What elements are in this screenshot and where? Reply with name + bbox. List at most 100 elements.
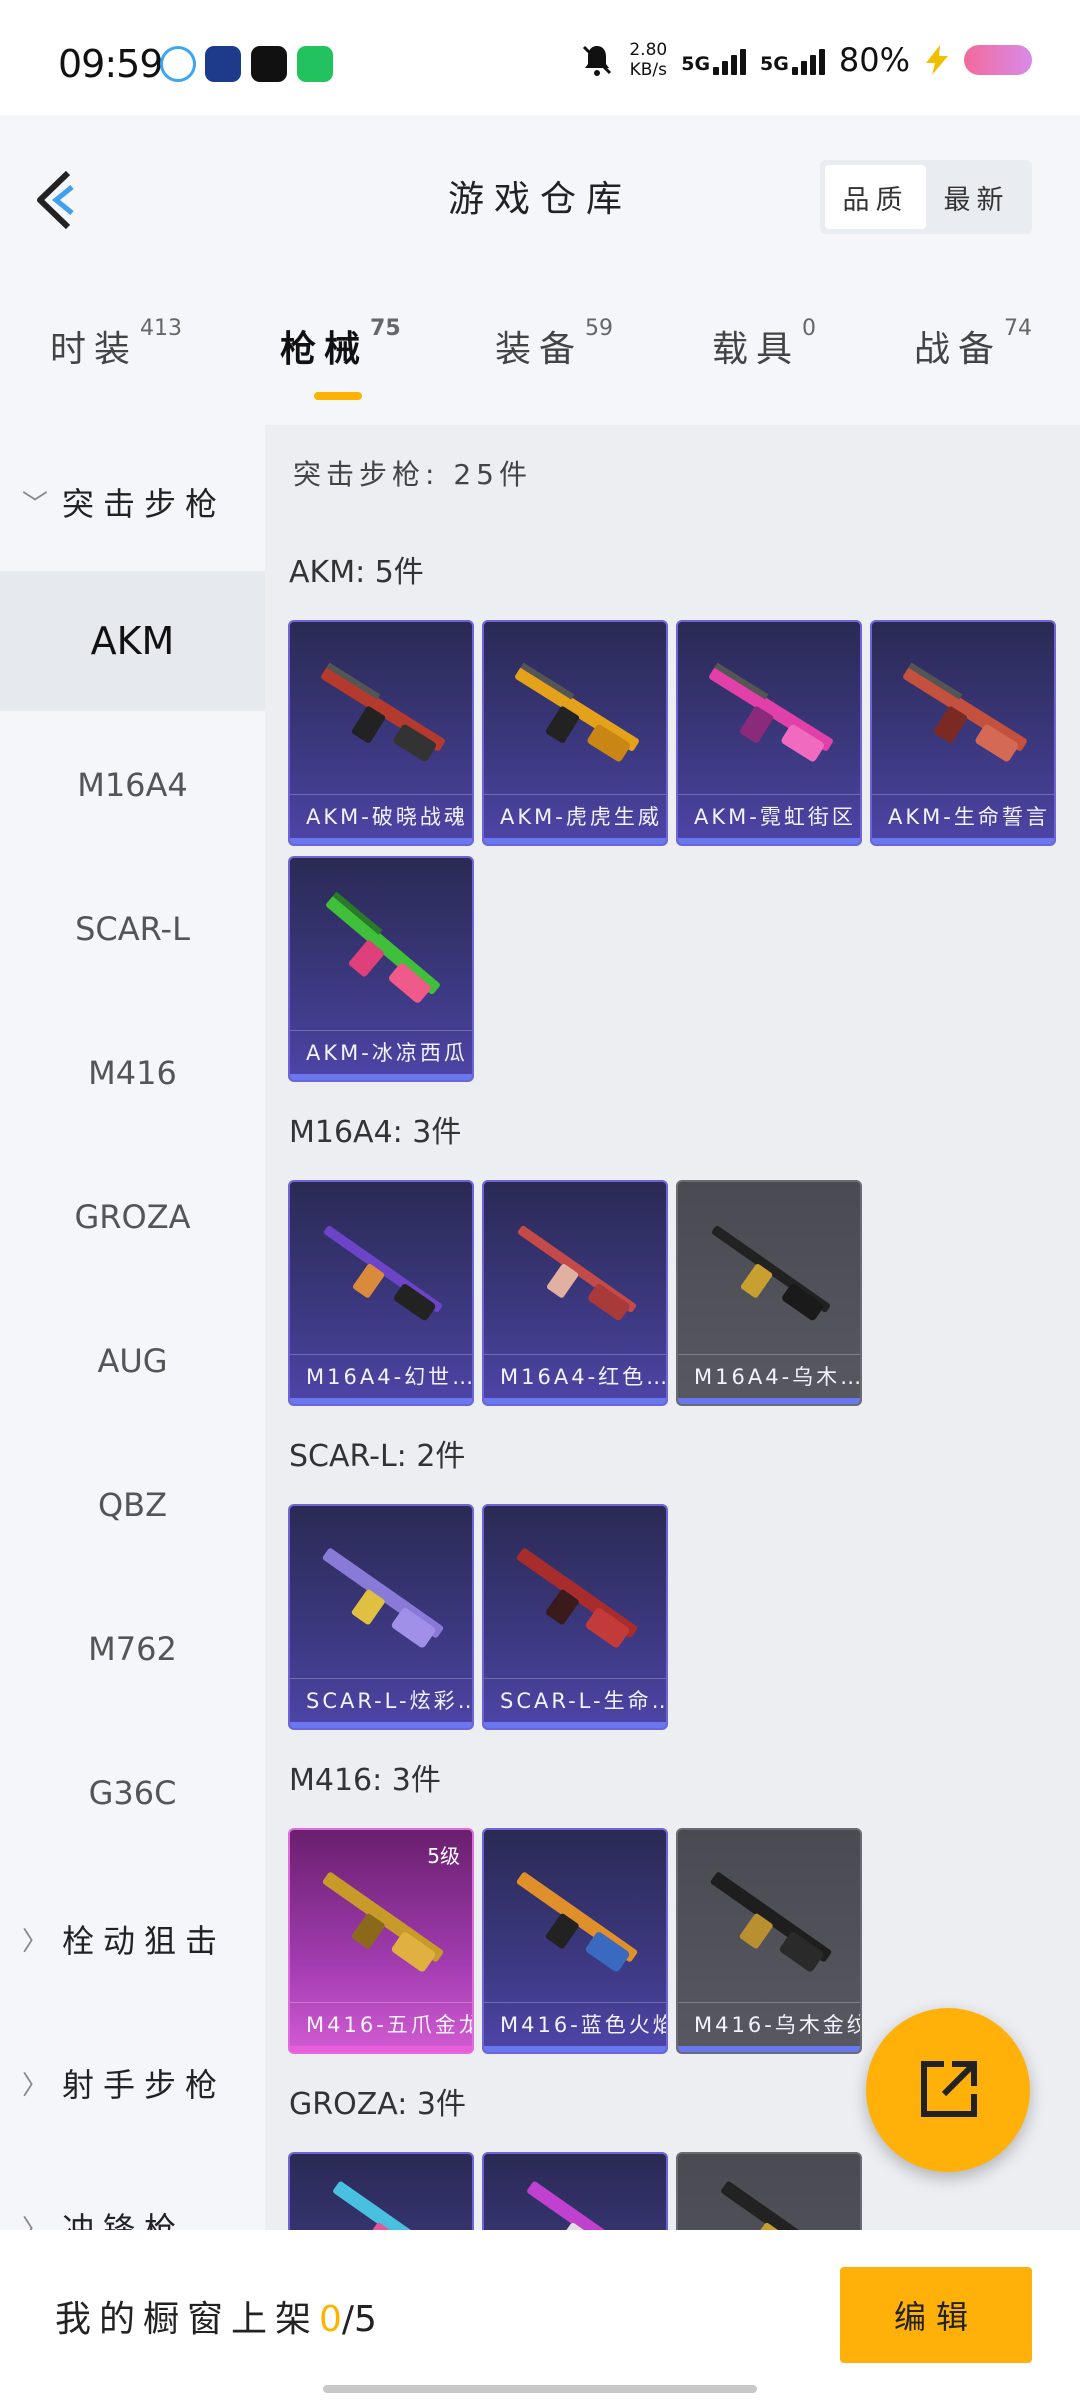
network-speed: 2.80 KB/s [629, 40, 668, 80]
tab-weapons[interactable]: 枪械75 [280, 316, 401, 372]
weapon-card[interactable]: M16A4-幻世… [288, 1180, 474, 1406]
rarity-bar [290, 838, 472, 844]
robot-app-icon [205, 46, 241, 82]
weapon-card-label: SCAR-L-炫彩… [290, 1678, 472, 1722]
sidebar-category-marksman-rifle[interactable]: 〉射手步枪 [0, 2038, 265, 2128]
rifle-icon [516, 1872, 638, 1972]
signal-bars-icon [713, 45, 747, 75]
weapon-card[interactable]: M16A4-红色… [482, 1180, 668, 1406]
rarity-bar [290, 1722, 472, 1728]
status-bar: 09:59 2.80 KB/s 5G 5G 80% [0, 0, 1080, 115]
qq-app-icon [160, 46, 196, 82]
weapon-card-label: AKM-霓虹街区 [678, 794, 860, 838]
sidebar-item-groza[interactable]: GROZA [0, 1147, 265, 1287]
section-title-m16a4: M16A4: 3件 [289, 1115, 462, 1150]
rifle-icon [517, 1225, 637, 1321]
section-title-scar-l: SCAR-L: 2件 [289, 1439, 466, 1474]
weapon-card[interactable]: SCAR-L-炫彩… [288, 1504, 474, 1730]
sidebar-item-aug[interactable]: AUG [0, 1291, 265, 1431]
rifle-icon [516, 1548, 638, 1648]
sidebar-item-scar-l[interactable]: SCAR-L [0, 859, 265, 999]
showcase-status: 我的橱窗上架0/5 [55, 2299, 377, 2340]
category-summary: 突击步枪: 25件 [293, 458, 532, 491]
weapon-card[interactable]: M416-乌木金纹 [676, 1828, 862, 2054]
weapon-card-label: AKM-破晓战魂 [290, 794, 472, 838]
battery-percent: 80% [838, 41, 910, 79]
sidebar-item-qbz[interactable]: QBZ [0, 1435, 265, 1575]
weapon-card-label: M416-蓝色火焰 [484, 2002, 666, 2046]
weapon-card[interactable]: AKM-虎虎生威 [482, 620, 668, 846]
sidebar-category-smg[interactable]: 〉冲锋枪 [0, 2182, 265, 2230]
weapon-card[interactable]: AKM-破晓战魂 [288, 620, 474, 846]
sidebar-item-m762[interactable]: M762 [0, 1579, 265, 1719]
weapon-card[interactable] [482, 2152, 668, 2230]
rifle-icon [515, 662, 639, 762]
weapon-card-label: AKM-生命誓言 [872, 794, 1054, 838]
signal-bars-icon [791, 45, 825, 75]
rarity-bar [484, 838, 666, 844]
tab-vehicles[interactable]: 载具0 [712, 316, 816, 372]
sidebar-item-m16a4[interactable]: M16A4 [0, 715, 265, 855]
section-title-akm: AKM: 5件 [289, 555, 424, 590]
weapon-card[interactable]: M16A4-乌木… [676, 1180, 862, 1406]
weapon-card[interactable] [288, 2152, 474, 2230]
sidebar-category-assault-rifle[interactable]: ﹀ 突击步枪 [0, 457, 265, 547]
chevron-right-icon: 〉 [22, 2214, 49, 2231]
tab-equipment[interactable]: 装备59 [495, 316, 613, 372]
rifle-icon [709, 662, 833, 762]
tab-fashion[interactable]: 时装413 [50, 316, 182, 372]
sidebar-item-m416[interactable]: M416 [0, 1003, 265, 1143]
sort-by-newest[interactable]: 最新 [926, 165, 1027, 229]
weapon-card[interactable]: AKM-冰凉西瓜 [288, 856, 474, 1082]
rarity-bar [484, 1722, 666, 1728]
weapon-card-label: SCAR-L-生命… [484, 1678, 666, 1722]
weapon-card-label: M416-乌木金纹 [678, 2002, 860, 2046]
tab-supplies[interactable]: 战备74 [914, 316, 1032, 372]
rifle-icon [710, 1872, 832, 1972]
weapon-card[interactable]: 5级 M416-五爪金龙 [288, 1828, 474, 2054]
mute-bell-icon [583, 45, 612, 76]
wechat-app-icon [297, 46, 333, 82]
rarity-bar [678, 2046, 860, 2052]
rifle-icon [903, 662, 1027, 762]
status-time: 09:59 [58, 42, 164, 86]
section-title-groza: GROZA: 3件 [289, 2087, 466, 2122]
rarity-bar [484, 2046, 666, 2052]
signal-1: 5G [681, 45, 747, 75]
rarity-bar [484, 1398, 666, 1404]
sidebar-category-bolt-sniper[interactable]: 〉栓动狙击 [0, 1894, 265, 1984]
rarity-bar [678, 1398, 860, 1404]
rifle-icon [326, 891, 440, 1003]
sidebar-item-g36c[interactable]: G36C [0, 1723, 265, 1863]
chevron-right-icon: 〉 [22, 1926, 49, 1957]
weapon-card[interactable]: SCAR-L-生命… [482, 1504, 668, 1730]
weapon-card-label: M416-五爪金龙 [290, 2002, 472, 2046]
weapon-type-sidebar: ﹀ 突击步枪 AKM M16A4 SCAR-L M416 GROZA AUG QB… [0, 425, 265, 2230]
rarity-bar [678, 838, 860, 844]
share-button[interactable] [866, 2008, 1030, 2172]
chevron-down-icon: ﹀ [22, 489, 49, 520]
sort-by-quality[interactable]: 品质 [825, 165, 926, 229]
status-right: 2.80 KB/s 5G 5G 80% [579, 40, 1032, 80]
category-tabs: 时装413 枪械75 装备59 载具0 战备74 [0, 280, 1080, 425]
weapon-grid-panel: 突击步枪: 25件 AKM: 5件 AKM-破晓战魂 AKM-虎虎生威 AKM-… [265, 425, 1080, 2230]
weapon-card[interactable] [676, 2152, 862, 2230]
battery-icon [964, 45, 1032, 75]
edit-button[interactable]: 编辑 [840, 2267, 1032, 2363]
charging-bolt-icon [926, 45, 948, 75]
weapon-card[interactable]: M416-蓝色火焰 [482, 1828, 668, 2054]
weapon-card-label: AKM-冰凉西瓜 [290, 1030, 472, 1074]
weapon-card-label: AKM-虎虎生威 [484, 794, 666, 838]
sort-toggle: 品质 最新 [820, 160, 1032, 234]
rifle-icon [527, 2181, 648, 2230]
weapon-card[interactable]: AKM-生命誓言 [870, 620, 1056, 846]
rifle-icon [721, 2181, 842, 2230]
signal-2: 5G [760, 45, 825, 75]
chevron-right-icon: 〉 [22, 2070, 49, 2101]
section-title-m416: M416: 3件 [289, 1763, 441, 1798]
weapon-card-label: M16A4-红色… [484, 1354, 666, 1398]
weapon-card[interactable]: AKM-霓虹街区 [676, 620, 862, 846]
rifle-icon [333, 2181, 454, 2230]
home-indicator[interactable] [323, 2385, 757, 2393]
sidebar-item-akm[interactable]: AKM [0, 571, 265, 711]
